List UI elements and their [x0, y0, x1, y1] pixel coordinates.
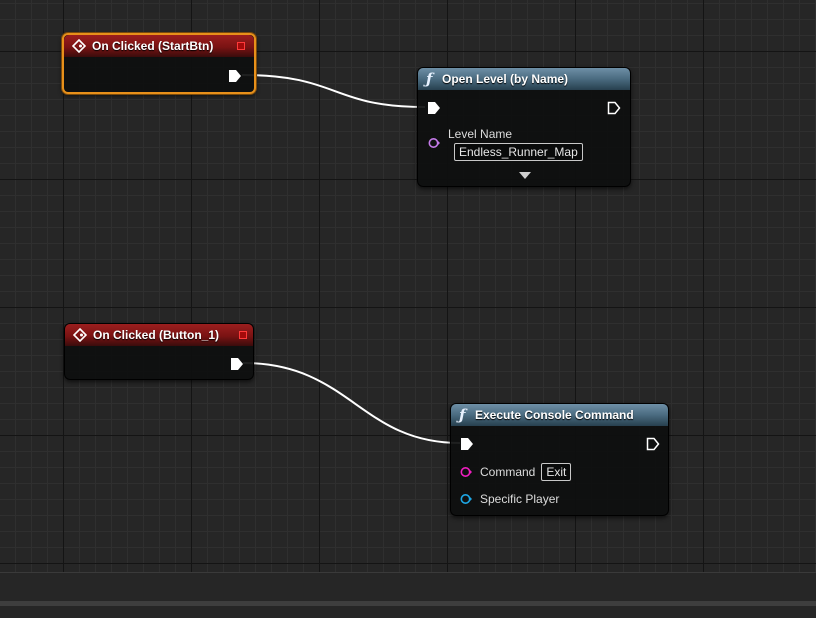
node-open-level-by-name[interactable]: ƒ Open Level (by Name) Level Name Endles… [417, 67, 631, 187]
node-header: On Clicked (Button_1) [65, 324, 253, 346]
command-input[interactable]: Exit [541, 463, 572, 481]
specific-player-pin-row: Specific Player [460, 492, 559, 506]
node-title: Open Level (by Name) [442, 72, 569, 86]
node-header: ƒ Execute Console Command [451, 404, 668, 426]
level-name-pin-row: Level Name [448, 127, 512, 141]
event-diamond-icon [72, 39, 86, 53]
exec-out-pin-icon[interactable] [230, 357, 244, 371]
delegate-pin-icon[interactable] [237, 42, 245, 50]
exec-out-pin-icon[interactable] [607, 101, 621, 115]
exec-in-pin-icon[interactable] [460, 437, 474, 451]
function-icon: ƒ [459, 406, 466, 424]
expand-arrow-icon[interactable] [519, 172, 531, 179]
wire-button1-to-console [242, 362, 461, 444]
string-pin-icon[interactable] [460, 466, 472, 478]
node-title: Execute Console Command [475, 408, 634, 422]
wire-startbtn-to-openlevel [241, 74, 426, 108]
object-pin-icon[interactable] [460, 493, 472, 505]
event-diamond-icon [73, 328, 87, 342]
node-execute-console-command[interactable]: ƒ Execute Console Command Command Exit S… [450, 403, 669, 516]
exec-out-pin-icon[interactable] [228, 69, 242, 83]
horizontal-scrollbar[interactable] [0, 601, 816, 606]
name-pin-icon[interactable] [428, 137, 440, 149]
exec-in-pin-icon[interactable] [427, 101, 441, 115]
node-on-clicked-startbtn[interactable]: On Clicked (StartBtn) [62, 33, 256, 94]
level-name-label: Level Name [448, 127, 513, 141]
bottom-panel [0, 572, 816, 618]
command-pin-row: Command Exit [460, 463, 572, 481]
node-on-clicked-button1[interactable]: On Clicked (Button_1) [64, 323, 254, 380]
delegate-pin-icon[interactable] [239, 331, 247, 339]
node-header: ƒ Open Level (by Name) [418, 68, 630, 90]
node-title: On Clicked (StartBtn) [92, 39, 214, 53]
level-name-input[interactable]: Endless_Runner_Map [454, 143, 583, 161]
function-icon: ƒ [426, 70, 433, 88]
node-title: On Clicked (Button_1) [93, 328, 220, 342]
command-label: Command [480, 465, 536, 479]
exec-out-pin-icon[interactable] [646, 437, 660, 451]
specific-player-label: Specific Player [480, 492, 560, 506]
blueprint-graph-canvas[interactable]: On Clicked (StartBtn) ƒ Open Level (by N… [0, 0, 816, 572]
node-header: On Clicked (StartBtn) [64, 35, 254, 57]
